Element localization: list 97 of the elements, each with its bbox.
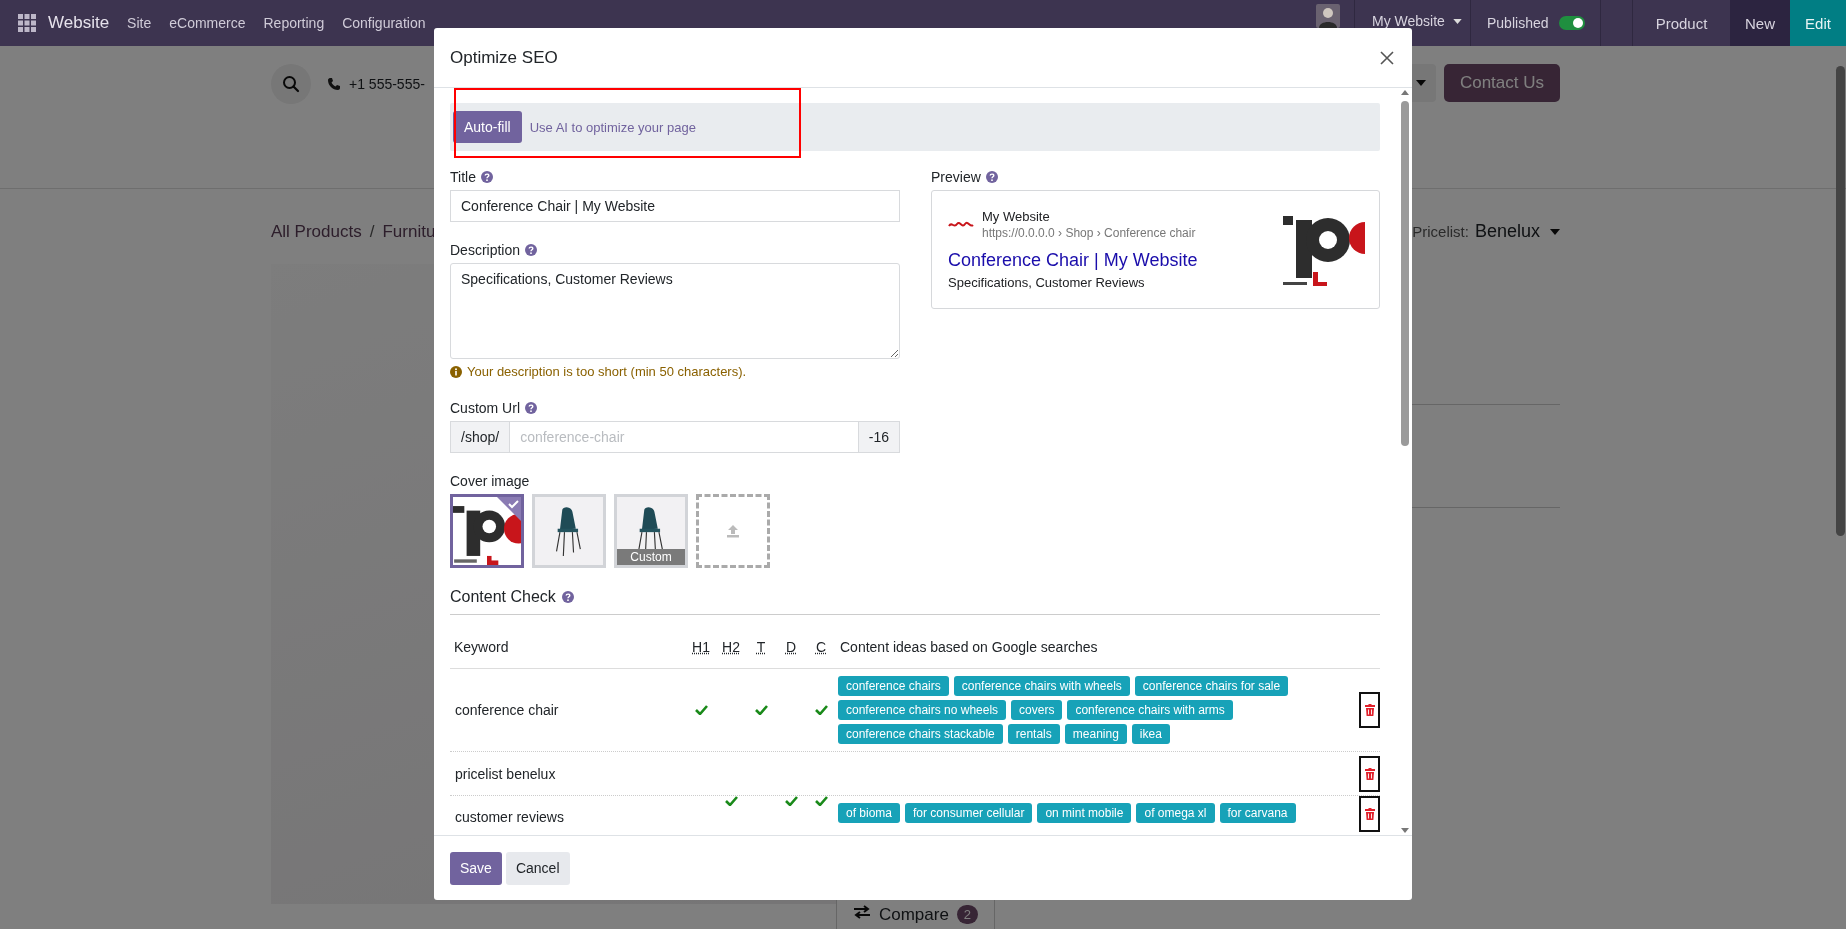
url-input[interactable]: conference-chair <box>510 421 858 453</box>
product-button[interactable]: Product <box>1633 0 1730 46</box>
idea-tag[interactable]: conference chairs stackable <box>838 724 1003 744</box>
preview-title: Conference Chair | My Website <box>948 250 1198 271</box>
field-label: Title <box>450 169 476 185</box>
column-header: D <box>785 638 797 655</box>
help-icon[interactable] <box>525 244 538 256</box>
favicon-icon <box>948 219 974 230</box>
column-header: Keyword <box>453 638 510 655</box>
menu-item[interactable]: Configuration <box>342 15 426 31</box>
menu-item[interactable]: Site <box>127 15 152 31</box>
help-icon[interactable] <box>561 591 574 603</box>
help-icon[interactable] <box>525 402 537 414</box>
upload-tile[interactable] <box>696 494 770 568</box>
dialog-title: Optimize SEO <box>450 47 558 68</box>
idea-tag[interactable]: rentals <box>1007 724 1060 744</box>
contact-us-button[interactable]: Contact Us <box>1443 64 1560 102</box>
website-switcher[interactable]: My Website <box>1355 14 1470 28</box>
keyword-cell-text: customer reviews <box>454 808 565 825</box>
count-badge: 2 <box>956 905 979 924</box>
autofill-hint: Use AI to optimize your page <box>529 119 696 135</box>
idea-tag[interactable]: conference chairs with arms <box>1067 700 1233 720</box>
check-icon <box>497 497 521 521</box>
published-toggle[interactable] <box>1558 16 1585 30</box>
menu-item[interactable]: eCommerce <box>169 15 246 31</box>
swap-icon <box>852 905 871 919</box>
apps-grid-icon[interactable] <box>18 14 36 32</box>
search-icon <box>282 75 300 93</box>
breadcrumb-link[interactable]: Furnitu <box>382 221 436 242</box>
url-prefix: /shop/ <box>450 421 511 453</box>
column-header: C <box>815 638 827 655</box>
idea-tag[interactable]: conference chairs <box>838 676 949 696</box>
avatar[interactable] <box>1316 4 1340 28</box>
menu-item[interactable]: Reporting <box>263 15 325 31</box>
idea-tag[interactable]: conference chairs for sale <box>1134 676 1289 696</box>
scroll-down-icon[interactable] <box>1401 828 1409 833</box>
trash-icon <box>1364 704 1375 716</box>
section-title: Content Check <box>450 588 556 606</box>
field-label: Custom Url <box>450 400 520 416</box>
save-button[interactable]: Save <box>450 851 502 885</box>
search-button[interactable] <box>271 64 311 104</box>
idea-tag[interactable]: ikea <box>1131 724 1170 744</box>
preview-url: https://0.0.0.0 › Shop › Conference chair <box>982 226 1196 240</box>
pricelist-label: Pricelist: <box>1412 223 1469 240</box>
scrollbar[interactable] <box>1400 88 1410 835</box>
scroll-up-icon[interactable] <box>1401 90 1409 95</box>
close-icon[interactable] <box>1380 50 1394 65</box>
idea-tag[interactable]: conference chairs with wheels <box>953 676 1130 696</box>
warning-text: Your description is too short (min 50 characters). <box>467 364 747 379</box>
column-header: H1 <box>692 638 710 655</box>
keyword-cell-text: pricelist benelux <box>454 765 557 782</box>
trash-icon <box>1364 767 1375 780</box>
edit-button[interactable]: Edit <box>1790 0 1846 46</box>
idea-tag[interactable]: conference chairs no wheels <box>838 700 1007 720</box>
field-label: Cover image <box>450 473 530 489</box>
column-header: Content ideas based on Google searches <box>839 638 1099 655</box>
info-icon <box>450 365 462 378</box>
idea-tag[interactable]: of omega xl <box>1136 803 1215 823</box>
column-header: H2 <box>722 638 740 655</box>
cover-option[interactable] <box>450 494 524 568</box>
pricelist-dropdown[interactable]: Benelux <box>1474 221 1560 242</box>
caret-icon <box>1415 80 1426 86</box>
preview-description: Specifications, Customer Reviews <box>948 275 1146 290</box>
description-textarea[interactable]: Specifications, Customer Reviews <box>450 263 900 359</box>
idea-tag[interactable]: meaning <box>1064 724 1127 744</box>
keyword-cell-text: conference chair <box>454 702 560 718</box>
autofill-button[interactable]: Auto-fill <box>453 111 522 143</box>
idea-tag[interactable]: covers <box>1011 700 1063 720</box>
published-label: Published <box>1487 15 1549 31</box>
breadcrumb-separator: / <box>369 221 375 242</box>
trash-icon <box>1364 808 1375 820</box>
breadcrumb-link[interactable]: All Products <box>271 221 362 242</box>
delete-button[interactable] <box>1359 755 1380 792</box>
caret-icon <box>1550 228 1560 235</box>
url-suffix: -16 <box>857 421 900 453</box>
cover-option[interactable]: Custom <box>614 494 688 568</box>
caret-icon <box>1452 18 1462 24</box>
delete-button[interactable] <box>1359 692 1380 728</box>
idea-tag[interactable]: on mint mobile <box>1037 803 1132 823</box>
image-caption: Custom <box>617 549 685 565</box>
upload-icon <box>726 524 740 538</box>
phone-number: +1 555-555- <box>349 76 425 92</box>
idea-tag[interactable]: for consumer cellular <box>905 803 1033 823</box>
site-name: My Website <box>982 209 1051 224</box>
help-icon[interactable] <box>985 171 998 183</box>
idea-tag[interactable]: of bioma <box>838 803 901 823</box>
title-input[interactable]: Conference Chair | My Website <box>450 190 900 222</box>
app-name[interactable]: Website <box>48 13 110 33</box>
cancel-button[interactable]: Cancel <box>505 851 570 885</box>
new-button[interactable]: New <box>1730 0 1790 46</box>
field-label: Description <box>450 242 521 258</box>
column-header: T <box>756 638 766 655</box>
idea-tag[interactable]: for carvana <box>1219 803 1296 823</box>
phone-icon <box>327 77 341 91</box>
help-icon[interactable] <box>480 171 493 183</box>
field-label: Preview <box>931 169 981 185</box>
delete-button[interactable] <box>1359 796 1380 832</box>
